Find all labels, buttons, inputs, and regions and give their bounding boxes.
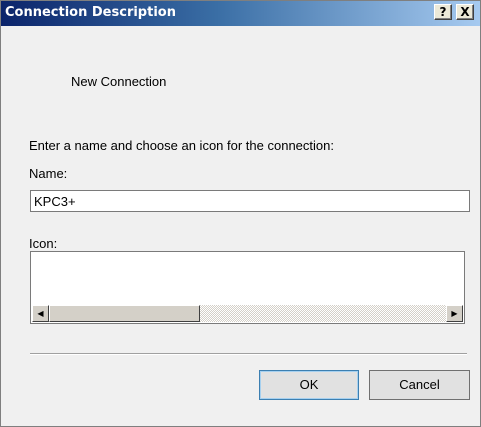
help-button[interactable]: ?: [434, 4, 452, 20]
name-label: Name:: [29, 166, 68, 181]
scroll-left-arrow-icon[interactable]: ◀: [32, 305, 49, 322]
icon-list[interactable]: ◀ ▶: [30, 251, 465, 324]
scroll-right-arrow-icon[interactable]: ▶: [446, 305, 463, 322]
connection-description-dialog: Connection Description ? X New Connectio…: [0, 0, 481, 427]
instruction-text: Enter a name and choose an icon for the …: [29, 138, 334, 153]
divider: [30, 353, 467, 355]
close-button[interactable]: X: [456, 4, 474, 20]
title-bar[interactable]: Connection Description ? X: [1, 1, 480, 26]
connection-header: New Connection: [71, 74, 167, 89]
scrollbar-thumb[interactable]: [49, 305, 200, 322]
horizontal-scrollbar[interactable]: ◀ ▶: [32, 305, 463, 322]
ok-button[interactable]: OK: [259, 370, 359, 400]
icon-label: Icon:: [29, 236, 58, 251]
window-title: Connection Description: [5, 5, 176, 20]
cancel-button[interactable]: Cancel: [369, 370, 470, 400]
name-input[interactable]: [30, 190, 470, 212]
